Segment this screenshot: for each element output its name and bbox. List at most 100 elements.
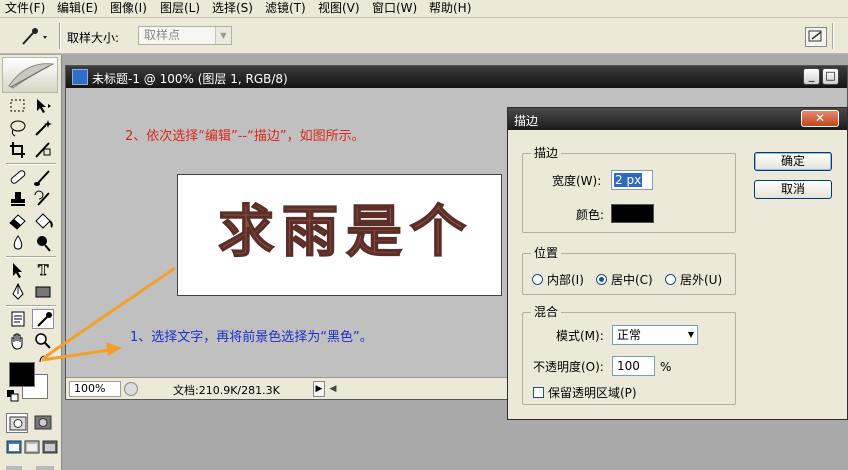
menu-select[interactable]: 选择(S) (212, 1, 253, 16)
color-label: 颜色: (576, 208, 605, 222)
eyedropper-tool-icon[interactable] (32, 309, 54, 329)
menu-help[interactable]: 帮助(H) (429, 1, 471, 16)
menu-bar: 文件(F) 编辑(E) 图像(I) 图层(L) 选择(S) 滤镜(T) 视图(V… (0, 0, 848, 18)
swap-colors-icon[interactable] (38, 353, 52, 363)
sample-size-label: 取样大小: (67, 31, 120, 45)
rectangle-tool-icon[interactable] (32, 282, 54, 302)
healing-brush-tool-icon[interactable] (7, 167, 29, 187)
blend-group-label: 混合 (531, 305, 562, 319)
stroke-group-label: 描边 (531, 146, 562, 160)
photoshop-feather-icon[interactable] (2, 57, 58, 93)
position-outside-radio[interactable] (665, 274, 676, 285)
dialog-close-button[interactable]: ✕ (801, 110, 839, 127)
minimize-button[interactable]: _ (803, 68, 820, 85)
menu-image[interactable]: 图像(I) (110, 1, 147, 16)
position-inside-label[interactable]: 内部(I) (547, 273, 584, 287)
chevron-down-icon: ▼ (687, 330, 694, 339)
options-separator (59, 23, 61, 49)
ok-button[interactable]: 确定 (754, 152, 832, 171)
dialog-title: 描边 (514, 114, 539, 128)
standard-screen-mode-icon[interactable] (6, 439, 22, 455)
options-separator (832, 23, 834, 49)
toolbox-separator (6, 256, 56, 258)
magic-wand-tool-icon[interactable] (32, 118, 54, 138)
clone-stamp-tool-icon[interactable] (7, 189, 29, 209)
annotation-step-1: 1、选择文字，再将前景色选择为“黑色”。 (130, 330, 373, 345)
toolbox-bottom-icons (6, 461, 56, 470)
mode-label: 模式(M): (556, 329, 604, 343)
opacity-unit: % (660, 360, 672, 374)
sample-size-value: 取样点 (144, 28, 181, 42)
foreground-color-swatch[interactable] (9, 362, 35, 387)
options-bar: 取样大小: 取样点 ▼ (0, 18, 848, 54)
preserve-transparency-checkbox[interactable] (533, 387, 544, 398)
zoom-tool-icon[interactable] (32, 331, 54, 351)
chevron-down-icon: ▼ (215, 27, 231, 44)
zoom-field[interactable]: 100% (69, 381, 121, 397)
crop-tool-icon[interactable] (7, 140, 29, 160)
position-inside-radio[interactable] (532, 274, 543, 285)
notes-tool-icon[interactable] (7, 309, 29, 329)
hand-tool-icon[interactable] (7, 331, 29, 351)
palette-well-icon[interactable] (805, 27, 827, 47)
eyedropper-preset-icon[interactable] (14, 25, 52, 49)
eraser-tool-icon[interactable] (7, 211, 29, 231)
status-menu-arrow-icon[interactable]: ▶ (313, 381, 325, 397)
history-brush-tool-icon[interactable] (32, 189, 54, 209)
position-outside-label[interactable]: 居外(U) (680, 273, 722, 287)
width-label: 宽度(W): (552, 174, 602, 188)
full-screen-mode-icon[interactable] (42, 439, 58, 455)
standard-mode-icon[interactable] (6, 413, 28, 433)
maximize-button[interactable]: □ (822, 68, 839, 85)
status-icon[interactable] (124, 382, 138, 396)
brush-tool-icon[interactable] (32, 167, 54, 187)
dialog-titlebar[interactable]: 描边 ✕ (508, 108, 847, 130)
quick-mask-mode-icon[interactable] (32, 413, 54, 433)
blur-tool-icon[interactable] (7, 233, 29, 253)
toolbox: T (0, 55, 62, 470)
width-input[interactable]: 2 px (611, 170, 653, 190)
document-info: 文档:210.9K/281.3K (173, 384, 280, 397)
preserve-transparency-label[interactable]: 保留透明区域(P) (548, 386, 637, 400)
canvas-text: 求雨是个 (218, 199, 474, 265)
position-group-label: 位置 (531, 246, 562, 260)
pen-tool-icon[interactable] (7, 282, 29, 302)
position-center-label[interactable]: 居中(C) (611, 273, 653, 287)
stroked-text: 求雨是个 (217, 198, 474, 266)
cancel-button[interactable]: 取消 (754, 180, 832, 199)
opacity-label: 不透明度(O): (533, 360, 604, 374)
annotation-step-2: 2、依次选择“编辑”--“描边”，如图所示。 (125, 129, 365, 144)
document-titlebar[interactable]: 未标题-1 @ 100% (图层 1, RGB/8) _ □ (66, 66, 847, 88)
marquee-tool-icon[interactable] (7, 96, 29, 116)
path-selection-tool-icon[interactable] (7, 260, 29, 280)
toolbox-separator (6, 305, 56, 307)
document-icon (72, 69, 88, 85)
type-tool-icon[interactable]: T (32, 260, 54, 280)
default-colors-icon[interactable] (7, 390, 19, 402)
opacity-input[interactable]: 100 (612, 356, 655, 376)
menu-view[interactable]: 视图(V) (318, 1, 360, 16)
menu-window[interactable]: 窗口(W) (372, 1, 417, 16)
menu-file[interactable]: 文件(F) (5, 1, 45, 16)
sample-size-select[interactable]: 取样点 ▼ (138, 26, 232, 45)
width-value: 2 px (614, 173, 643, 187)
scroll-left-arrow-icon[interactable]: ◀ (327, 381, 339, 397)
menu-layer[interactable]: 图层(L) (160, 1, 200, 16)
move-tool-icon[interactable] (32, 96, 54, 116)
svg-text:T: T (38, 263, 49, 279)
slice-tool-icon[interactable] (32, 140, 54, 160)
stroke-color-swatch[interactable] (611, 204, 654, 223)
document-canvas[interactable]: 求雨是个 (177, 174, 502, 296)
menu-filter[interactable]: 滤镜(T) (265, 1, 306, 16)
full-screen-menu-mode-icon[interactable] (24, 439, 40, 455)
document-title: 未标题-1 @ 100% (图层 1, RGB/8) (92, 72, 288, 86)
blend-mode-value: 正常 (617, 328, 642, 342)
dodge-tool-icon[interactable] (32, 233, 54, 253)
paint-bucket-tool-icon[interactable] (32, 211, 54, 231)
position-center-radio[interactable] (596, 274, 607, 285)
blend-mode-select[interactable]: 正常 ▼ (612, 325, 698, 345)
lasso-tool-icon[interactable] (7, 118, 29, 138)
toolbox-separator (6, 163, 56, 165)
menu-edit[interactable]: 编辑(E) (57, 1, 98, 16)
stroke-dialog: 描边 ✕ 描边 宽度(W): 2 px 颜色: 位置 内部(I) 居中(C) 居… (507, 107, 848, 420)
